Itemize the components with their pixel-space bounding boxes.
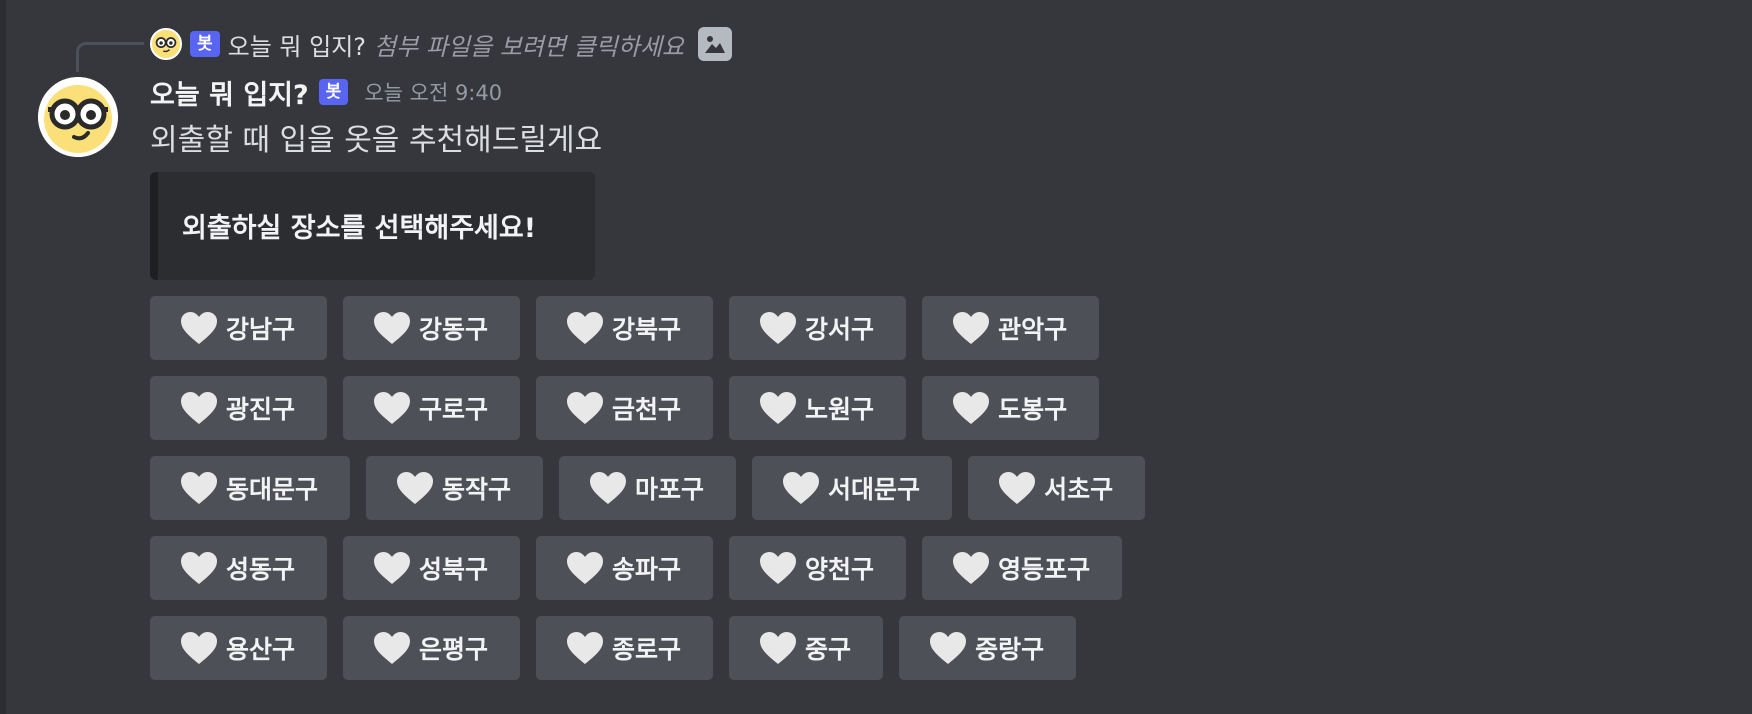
- district-button-label: 구로구: [419, 395, 489, 424]
- button-grid: 강남구 강동구 강북구 강서구 관악구광진구 구로구 금천구 노원구 도봉구동대문구 동작구 마포구…: [150, 296, 1146, 696]
- district-button[interactable]: 관악구: [922, 296, 1100, 360]
- district-button[interactable]: 금천구: [536, 376, 714, 440]
- district-button-label: 강동구: [419, 315, 489, 344]
- district-button[interactable]: 서초구: [968, 456, 1146, 520]
- district-button-label: 동작구: [442, 475, 512, 504]
- district-button-label: 성동구: [226, 555, 296, 584]
- district-button-label: 영등포구: [998, 555, 1091, 584]
- nerd-face-icon: [152, 30, 180, 58]
- district-button[interactable]: 강북구: [536, 296, 714, 360]
- district-button-label: 양천구: [805, 555, 875, 584]
- district-button-label: 강서구: [805, 315, 875, 344]
- heart-icon: [952, 391, 990, 425]
- heart-icon: [373, 311, 411, 345]
- district-button-label: 금천구: [612, 395, 682, 424]
- district-button-label: 성북구: [419, 555, 489, 584]
- district-button-label: 동대문구: [226, 475, 319, 504]
- district-button[interactable]: 구로구: [343, 376, 521, 440]
- district-button-label: 중구: [805, 635, 852, 664]
- district-button[interactable]: 영등포구: [922, 536, 1123, 600]
- district-button[interactable]: 노원구: [729, 376, 907, 440]
- district-button-label: 관악구: [998, 315, 1068, 344]
- district-button-label: 도봉구: [998, 395, 1068, 424]
- username[interactable]: 오늘 뭐 입지?: [150, 73, 309, 112]
- embed-title: 외출하실 장소를 선택해주세요!: [182, 213, 537, 244]
- district-button[interactable]: 도봉구: [922, 376, 1100, 440]
- heart-icon: [952, 311, 990, 345]
- heart-icon: [373, 391, 411, 425]
- reply-reference[interactable]: 봇 오늘 뭐 입지? 첨부 파일을 보려면 클릭하세요: [150, 27, 732, 61]
- reply-avatar[interactable]: [150, 28, 182, 60]
- heart-icon: [759, 551, 797, 585]
- reply-bot-tag: 봇: [190, 31, 220, 57]
- district-button-label: 강북구: [612, 315, 682, 344]
- message-content: 외출할 때 입을 옷을 추천해드릴게요: [150, 123, 603, 158]
- heart-icon: [589, 471, 627, 505]
- timestamp[interactable]: 오늘 오전 9:40: [364, 77, 502, 107]
- heart-icon: [566, 551, 604, 585]
- heart-icon: [759, 391, 797, 425]
- district-button-label: 노원구: [805, 395, 875, 424]
- heart-icon: [998, 471, 1036, 505]
- district-button-label: 마포구: [635, 475, 705, 504]
- heart-icon: [566, 631, 604, 665]
- heart-icon: [759, 631, 797, 665]
- district-button[interactable]: 서대문구: [752, 456, 953, 520]
- heart-icon: [396, 471, 434, 505]
- message-header: 오늘 뭐 입지? 봇 오늘 오전 9:40: [150, 72, 502, 112]
- district-button[interactable]: 용산구: [150, 616, 328, 680]
- district-button[interactable]: 동작구: [366, 456, 544, 520]
- button-row: 광진구 구로구 금천구 노원구 도봉구: [150, 376, 1145, 440]
- image-icon[interactable]: [697, 27, 732, 61]
- district-button[interactable]: 강서구: [729, 296, 907, 360]
- district-button-label: 중랑구: [975, 635, 1045, 664]
- heart-icon: [566, 391, 604, 425]
- reply-username[interactable]: 오늘 뭐 입지?: [228, 27, 366, 62]
- heart-icon: [566, 311, 604, 345]
- heart-icon: [759, 311, 797, 345]
- district-button[interactable]: 마포구: [559, 456, 737, 520]
- district-button[interactable]: 중구: [729, 616, 884, 680]
- district-button[interactable]: 종로구: [536, 616, 714, 680]
- district-button[interactable]: 강동구: [343, 296, 521, 360]
- district-button-label: 은평구: [419, 635, 489, 664]
- district-button-label: 광진구: [226, 395, 296, 424]
- button-row: 동대문구 동작구 마포구 서대문구 서초구: [150, 456, 1146, 520]
- district-button[interactable]: 성북구: [343, 536, 521, 600]
- district-button[interactable]: 중랑구: [899, 616, 1077, 680]
- district-button[interactable]: 강남구: [150, 296, 328, 360]
- district-button-label: 종로구: [612, 635, 682, 664]
- heart-icon: [180, 551, 218, 585]
- heart-icon: [373, 551, 411, 585]
- button-row: 용산구 은평구 종로구 중구 중랑구: [150, 616, 1145, 680]
- district-button-label: 서대문구: [828, 475, 921, 504]
- button-row: 강남구 강동구 강북구 강서구 관악구: [150, 296, 1145, 360]
- heart-icon: [782, 471, 820, 505]
- district-button-label: 강남구: [226, 315, 296, 344]
- heart-icon: [180, 471, 218, 505]
- heart-icon: [180, 391, 218, 425]
- heart-icon: [180, 311, 218, 345]
- heart-icon: [373, 631, 411, 665]
- district-button-label: 용산구: [226, 635, 296, 664]
- district-button[interactable]: 성동구: [150, 536, 328, 600]
- left-gutter: [0, 0, 6, 714]
- district-button-label: 송파구: [612, 555, 682, 584]
- district-button[interactable]: 광진구: [150, 376, 328, 440]
- bot-tag: 봇: [318, 79, 349, 105]
- district-button[interactable]: 은평구: [343, 616, 521, 680]
- district-button[interactable]: 양천구: [729, 536, 907, 600]
- heart-icon: [929, 631, 967, 665]
- reply-spine: [76, 42, 144, 72]
- heart-icon: [180, 631, 218, 665]
- bot-avatar[interactable]: [38, 77, 118, 157]
- button-row: 성동구 성북구 송파구 양천구 영등포구: [150, 536, 1145, 600]
- district-button-label: 서초구: [1044, 475, 1114, 504]
- district-button[interactable]: 동대문구: [150, 456, 351, 520]
- embed: 외출하실 장소를 선택해주세요!: [150, 172, 595, 280]
- nerd-face-icon: [38, 77, 118, 157]
- district-button[interactable]: 송파구: [536, 536, 714, 600]
- reply-attachment-hint[interactable]: 첨부 파일을 보려면 클릭하세요: [374, 27, 684, 62]
- heart-icon: [952, 551, 990, 585]
